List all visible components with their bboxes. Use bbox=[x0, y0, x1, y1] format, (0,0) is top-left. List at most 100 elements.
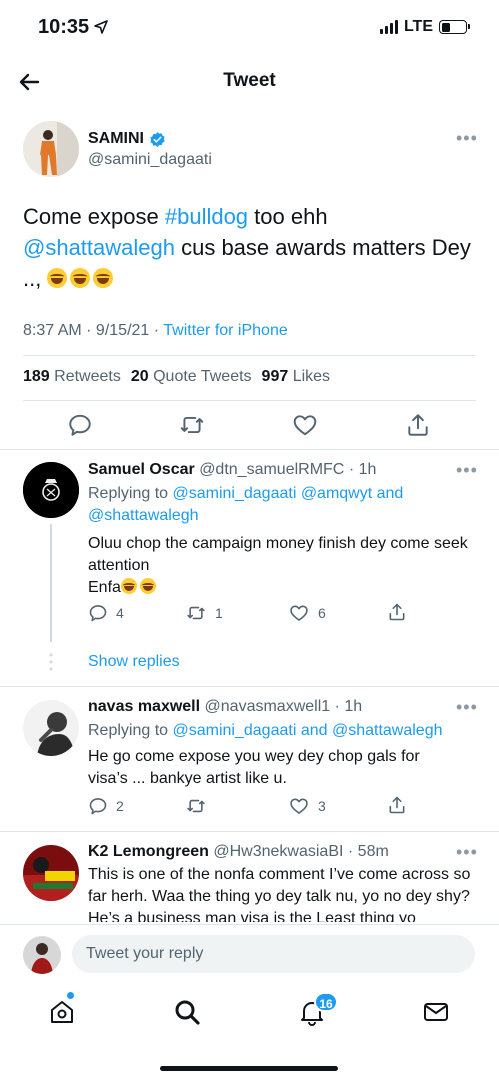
replying-to: Replying to @samini_dagaati and @shattaw… bbox=[88, 720, 478, 742]
share-icon[interactable] bbox=[387, 602, 407, 622]
retweet-icon[interactable] bbox=[185, 603, 207, 623]
replying-to: Replying to @samini_dagaati @amqwyt and … bbox=[88, 483, 478, 527]
reply-action-like[interactable]: 3 bbox=[288, 796, 326, 816]
reply-avatar[interactable] bbox=[23, 700, 79, 756]
signal-icon bbox=[379, 20, 398, 34]
tweet-stats: 189 Retweets 20 Quote Tweets 997 Likes bbox=[23, 368, 330, 386]
author-avatar[interactable] bbox=[23, 121, 79, 177]
laughing-emoji-icon bbox=[47, 268, 68, 288]
share-icon[interactable] bbox=[387, 795, 407, 815]
reply-avatar[interactable] bbox=[23, 462, 79, 518]
tweet-text-part: Come expose bbox=[23, 204, 165, 229]
quotes-count: 20 bbox=[130, 368, 149, 385]
quotes-label: Quote Tweets bbox=[153, 368, 252, 385]
reply-text-line: Oluu chop the campaign money finish dey … bbox=[88, 535, 468, 574]
laughing-emoji-icon bbox=[120, 578, 137, 594]
tweet-reply-input[interactable]: Tweet your reply bbox=[72, 935, 475, 973]
tweet-source-link[interactable]: Twitter for iPhone bbox=[163, 322, 288, 339]
reply-text: He go come expose you wey dey chop gals … bbox=[88, 748, 420, 787]
home-icon[interactable] bbox=[48, 998, 76, 1026]
likes-label: Likes bbox=[292, 368, 331, 385]
verified-badge-icon bbox=[150, 131, 165, 147]
thread-line bbox=[50, 524, 52, 642]
show-replies-link[interactable]: Show replies bbox=[88, 653, 180, 671]
reply-text: This is one of the nonfa comment I’ve co… bbox=[88, 866, 471, 922]
network-label: LTE bbox=[403, 18, 433, 35]
retweets-label: Retweets bbox=[54, 368, 121, 385]
section-separator bbox=[0, 686, 499, 687]
divider bbox=[23, 400, 476, 401]
reply-text: Oluu chop the campaign money finish dey … bbox=[88, 533, 483, 599]
quotes-stat[interactable]: 20 Quote Tweets bbox=[131, 368, 252, 386]
reply-author-handle[interactable]: @dtn_samuelRMFC bbox=[199, 461, 344, 478]
tweet-text: Come expose #bulldog too ehh @shattawale… bbox=[23, 201, 483, 294]
mention-link[interactable]: @shattawalegh bbox=[23, 235, 175, 260]
reply-action-reply[interactable]: 4 bbox=[88, 603, 124, 623]
home-notification-dot bbox=[67, 992, 74, 999]
messages-mail-icon[interactable] bbox=[422, 998, 450, 1026]
reply-age: · 1h bbox=[348, 461, 377, 478]
my-avatar[interactable] bbox=[23, 936, 61, 974]
replying-prefix: Replying to bbox=[88, 722, 173, 739]
reply-action-retweet[interactable]: 1 bbox=[185, 603, 223, 623]
retweet-count: 1 bbox=[215, 605, 223, 621]
more-options-icon[interactable]: ••• bbox=[456, 698, 478, 716]
author-handle[interactable]: @samini_dagaati bbox=[88, 151, 212, 169]
divider bbox=[23, 355, 476, 356]
reply-icon[interactable] bbox=[88, 796, 108, 816]
reply-age: · 58m bbox=[347, 843, 389, 860]
section-separator bbox=[0, 449, 499, 450]
author-name[interactable]: SAMINI bbox=[88, 130, 144, 148]
reply-action-retweet[interactable] bbox=[185, 796, 207, 816]
battery-icon bbox=[439, 20, 470, 34]
reply-author-name[interactable]: K2 Lemongreen bbox=[88, 843, 209, 860]
location-arrow-icon bbox=[94, 20, 108, 34]
replying-to-link[interactable]: @samini_dagaati and @shattawalegh bbox=[173, 722, 443, 739]
reply-count: 4 bbox=[116, 605, 124, 621]
search-icon[interactable] bbox=[173, 998, 201, 1026]
reply-author-handle[interactable]: @Hw3nekwasiaBI bbox=[213, 843, 343, 860]
like-heart-icon[interactable] bbox=[292, 412, 318, 438]
retweets-count: 189 bbox=[23, 368, 50, 385]
like-count: 6 bbox=[318, 605, 326, 621]
laughing-emoji-icon bbox=[139, 578, 156, 594]
page-title: Tweet bbox=[223, 70, 276, 91]
retweet-icon[interactable] bbox=[185, 796, 207, 816]
reply-author-name[interactable]: navas maxwell bbox=[88, 698, 200, 715]
reply-action-like[interactable]: 6 bbox=[288, 603, 326, 623]
like-heart-icon[interactable] bbox=[288, 796, 310, 816]
retweet-icon[interactable] bbox=[179, 412, 205, 438]
reply-icon[interactable] bbox=[88, 603, 108, 623]
status-indicators: LTE bbox=[379, 18, 470, 36]
likes-count: 997 bbox=[261, 368, 289, 385]
reply-author-name[interactable]: Samuel Oscar bbox=[88, 461, 195, 478]
status-time: 10:35 bbox=[38, 16, 90, 38]
reply-text-line: Enfa bbox=[88, 579, 121, 596]
replying-to-link[interactable]: @shattawalegh bbox=[88, 507, 199, 524]
reply-action-reply[interactable]: 2 bbox=[88, 796, 124, 816]
reply-avatar[interactable] bbox=[23, 845, 79, 901]
reply-count: 2 bbox=[116, 798, 124, 814]
section-separator bbox=[0, 831, 499, 832]
laughing-emoji-icon bbox=[93, 268, 114, 288]
section-separator bbox=[0, 924, 499, 925]
likes-stat[interactable]: 997 Likes bbox=[262, 368, 331, 386]
home-indicator bbox=[160, 1066, 338, 1071]
reply-icon[interactable] bbox=[67, 412, 93, 438]
reply-header: Samuel Oscar @dtn_samuelRMFC · 1h bbox=[88, 461, 376, 479]
reply-author-handle[interactable]: @navasmaxwell1 bbox=[205, 698, 331, 715]
like-count: 3 bbox=[318, 798, 326, 814]
hashtag-link[interactable]: #bulldog bbox=[165, 204, 248, 229]
more-options-icon[interactable]: ••• bbox=[456, 843, 478, 861]
share-icon[interactable] bbox=[405, 412, 431, 438]
notifications-badge: 16 bbox=[314, 992, 338, 1012]
tweet-time: 8:37 AM bbox=[23, 322, 82, 339]
like-heart-icon[interactable] bbox=[288, 603, 310, 623]
replying-to-link[interactable]: @samini_dagaati @amqwyt bbox=[173, 485, 373, 502]
reply-age: · 1h bbox=[334, 698, 363, 715]
more-options-icon[interactable]: ••• bbox=[456, 461, 478, 479]
retweets-stat[interactable]: 189 Retweets bbox=[23, 368, 121, 386]
more-options-icon[interactable]: ••• bbox=[456, 129, 478, 147]
reply-header: navas maxwell @navasmaxwell1 · 1h bbox=[88, 698, 362, 716]
author-name-row[interactable]: SAMINI bbox=[88, 130, 166, 148]
